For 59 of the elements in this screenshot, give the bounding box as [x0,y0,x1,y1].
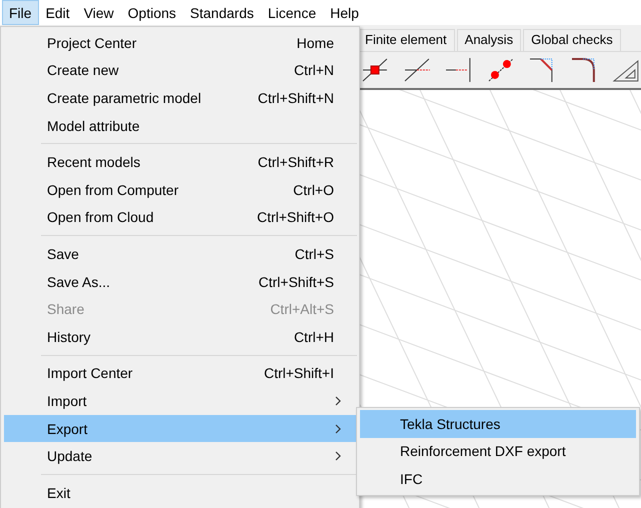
menu-bar-item[interactable]: Edit [38,0,77,25]
menu-item-label: Exit [47,484,72,501]
tab[interactable]: Global checks [523,29,621,51]
menu-item-label: Save As... [47,274,112,290]
submenu-item[interactable]: Reinforcement DXF export [360,438,636,466]
menu-item-label: Share [47,301,86,318]
menu-item-label: Create new [47,62,120,78]
menu-item[interactable]: History Ctrl+H [4,322,356,351]
menu-item[interactable]: Save As... Ctrl+Shift+S [4,268,356,296]
menu-bar-item[interactable]: File [2,0,39,25]
menu-bar-item[interactable]: Options [120,0,184,25]
menu-item-label: History [47,328,92,345]
menu-bar-item[interactable]: View [76,0,121,25]
shortcut-text: Ctrl+Alt+S [270,301,334,318]
shortcut-text: Ctrl+H [294,328,334,345]
menu-item[interactable]: Project Center Home [4,29,356,57]
chevron-right-icon [334,394,342,407]
menu-item[interactable]: Open from Cloud Ctrl+Shift+O [4,204,356,232]
menu-item[interactable]: Import [4,387,356,415]
menu-item[interactable]: Update [4,442,356,470]
menu-item-label: Update [47,448,94,464]
chevron-right-icon [334,422,342,435]
menu-item[interactable]: Save Ctrl+S [4,240,356,268]
shortcut-text: Ctrl+S [294,246,334,262]
menu-bar-item[interactable]: Standards [183,0,261,25]
shortcut-text: Ctrl+N [294,62,334,78]
shortcut-text: Home [296,34,334,51]
tab[interactable]: Analysis [456,29,522,51]
menu-item-label: Save [47,246,80,262]
menu-bar-item[interactable]: Help [323,0,366,25]
menu-item[interactable]: Create parametric model Ctrl+Shift+N [4,84,356,112]
menu-item[interactable]: Import Center Ctrl+Shift+I [4,360,356,388]
menu-item-label: Project Center [47,34,138,51]
shortcut-text: Ctrl+Shift+I [264,365,334,382]
menu-item[interactable]: Exit [4,478,356,506]
submenu-item[interactable]: Tekla Structures [360,410,636,438]
menu-item[interactable]: Model attribute [4,112,356,140]
shortcut-text: Ctrl+Shift+S [258,274,334,290]
shortcut-text: Ctrl+O [293,182,334,198]
menu-item[interactable]: Create new Ctrl+N [4,56,356,84]
menu-item-label: Create parametric model [47,90,202,106]
menu-item[interactable]: Open from Computer Ctrl+O [4,176,356,204]
tab[interactable]: Finite element [357,29,455,51]
chevron-right-icon [334,450,342,462]
menu-item[interactable]: Recent models Ctrl+Shift+R [4,148,356,176]
line-square-icon[interactable] [360,56,390,84]
shortcut-text: Ctrl+Shift+N [258,90,334,106]
menu-item-label: Import [47,392,88,409]
menu-item-label: Model attribute [47,118,141,134]
menu-item-label: Recent models [47,154,142,170]
shortcut-text: Ctrl+Shift+R [258,154,334,170]
menu-item-label: Open from Cloud [47,209,155,226]
menu-item-label: Import Center [47,365,134,382]
shortcut-text: Ctrl+Shift+O [256,209,334,226]
menu-item-label: Export [47,420,88,437]
menu-bar-item[interactable]: Licence [260,0,324,25]
submenu-item[interactable]: IFC [360,465,636,493]
menu-item[interactable]: Export [4,414,356,442]
menu-item-label: Open from Computer [47,182,180,198]
